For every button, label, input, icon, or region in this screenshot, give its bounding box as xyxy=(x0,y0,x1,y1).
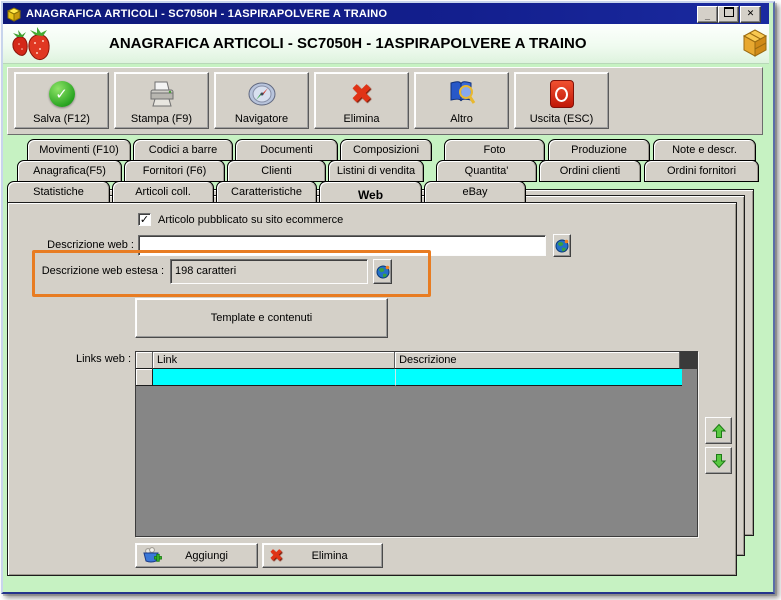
down-arrow-icon xyxy=(711,453,726,468)
altro-button[interactable]: Altro xyxy=(414,72,509,129)
descrizione-web-label: Descrizione web : xyxy=(47,239,134,251)
move-up-button[interactable] xyxy=(705,417,732,444)
uscita-label: Uscita (ESC) xyxy=(529,113,594,125)
aggiungi-button[interactable]: Aggiungi xyxy=(135,543,258,568)
tab-listini-di-vendita[interactable]: Listini di vendita xyxy=(328,160,424,182)
tab-foto[interactable]: Foto xyxy=(444,139,545,161)
descrizione-web-estesa-globe-button[interactable] xyxy=(373,259,392,284)
close-icon: ✕ xyxy=(746,8,755,18)
tab-articoli-coll[interactable]: Articoli coll. xyxy=(112,181,214,203)
web-tab-panel: ✓ Articolo pubblicato su sito ecommerce … xyxy=(7,202,737,576)
tab-ordini-clienti[interactable]: Ordini clienti xyxy=(539,160,641,182)
navigatore-label: Navigatore xyxy=(234,113,289,125)
screen: ANAGRAFICA ARTICOLI - SC7050H - 1ASPIRAP… xyxy=(0,0,781,600)
header: ANAGRAFICA ARTICOLI - SC7050H - 1ASPIRAP… xyxy=(3,24,769,64)
links-web-label: Links web : xyxy=(75,353,131,365)
tab-statistiche[interactable]: Statistiche xyxy=(7,181,110,203)
navigatore-button[interactable]: Navigatore xyxy=(214,72,309,129)
descrizione-cell[interactable] xyxy=(396,369,682,386)
minimize-icon: _ xyxy=(704,11,710,21)
altro-label: Altro xyxy=(450,113,473,125)
link-cell[interactable] xyxy=(153,369,396,386)
page-title: ANAGRAFICA ARTICOLI - SC7050H - 1ASPIRAP… xyxy=(109,35,587,52)
move-down-button[interactable] xyxy=(705,447,732,474)
toolbar: ✓ Salva (F12) Stampa (F9) Navigatore ✖ E… xyxy=(7,67,763,135)
book-magnifier-icon xyxy=(450,81,475,104)
tab-caratteristiche[interactable]: Caratteristiche xyxy=(216,181,317,203)
power-icon xyxy=(549,80,574,108)
up-arrow-icon xyxy=(711,423,726,438)
tab-codici-a-barre[interactable]: Codici a barre xyxy=(133,139,233,161)
strawberries-icon xyxy=(12,27,50,61)
tab-movimenti[interactable]: Movimenti (F10) xyxy=(27,139,131,161)
save-check-icon: ✓ xyxy=(48,81,75,107)
descrizione-web-input[interactable] xyxy=(138,235,546,256)
tab-ordini-fornitori[interactable]: Ordini fornitori xyxy=(644,160,759,182)
tab-ebay[interactable]: eBay xyxy=(424,181,526,203)
template-contenuti-button[interactable]: Template e contenuti xyxy=(135,298,388,338)
tab-produzione[interactable]: Produzione xyxy=(548,139,650,161)
elimina-label: Elimina xyxy=(343,113,380,125)
app-window: ANAGRAFICA ARTICOLI - SC7050H - 1ASPIRAP… xyxy=(1,1,775,594)
uscita-button[interactable]: Uscita (ESC) xyxy=(514,72,609,129)
publish-ecommerce-checkbox[interactable]: ✓ xyxy=(138,213,151,226)
compass-icon xyxy=(248,82,275,106)
header-filler xyxy=(680,352,697,369)
row-selector-header xyxy=(136,352,153,369)
salva-button[interactable]: ✓ Salva (F12) xyxy=(14,72,109,129)
salva-label: Salva (F12) xyxy=(33,113,90,125)
tab-documenti[interactable]: Documenti xyxy=(235,139,338,161)
table-row[interactable] xyxy=(136,369,697,386)
elimina-link-button[interactable]: ✖ Elimina xyxy=(262,543,383,568)
title-bar[interactable]: ANAGRAFICA ARTICOLI - SC7050H - 1ASPIRAP… xyxy=(3,3,769,24)
red-x-icon: ✖ xyxy=(269,546,284,565)
descrizione-column-header[interactable]: Descrizione xyxy=(395,352,681,369)
maximize-button[interactable] xyxy=(718,6,739,23)
descrizione-web-estesa-input[interactable]: 198 caratteri xyxy=(170,259,368,284)
window-title: ANAGRAFICA ARTICOLI - SC7050H - 1ASPIRAP… xyxy=(26,7,388,20)
descrizione-web-globe-button[interactable] xyxy=(553,234,571,257)
maximize-icon xyxy=(723,7,734,17)
red-x-icon: ✖ xyxy=(350,79,373,109)
links-web-table[interactable]: Link Descrizione xyxy=(135,351,698,537)
tab-anagrafica[interactable]: Anagrafica(F5) xyxy=(17,160,122,182)
tab-fornitori[interactable]: Fornitori (F6) xyxy=(124,160,225,182)
minimize-button[interactable]: _ xyxy=(697,6,718,23)
row-selector-cell[interactable] xyxy=(136,369,153,386)
package-icon xyxy=(742,29,768,57)
globe-icon xyxy=(376,265,389,278)
tab-composizioni[interactable]: Composizioni xyxy=(340,139,432,161)
close-button[interactable]: ✕ xyxy=(740,6,761,23)
globe-icon xyxy=(555,239,569,252)
stampa-label: Stampa (F9) xyxy=(130,113,193,125)
add-basket-icon xyxy=(143,546,162,562)
tab-quantita[interactable]: Quantita' xyxy=(436,160,537,182)
publish-ecommerce-label: Articolo pubblicato su sito ecommerce xyxy=(158,214,344,226)
descrizione-web-estesa-label: Descrizione web estesa : xyxy=(41,265,164,277)
printer-icon xyxy=(150,81,173,107)
stampa-button[interactable]: Stampa (F9) xyxy=(114,72,209,129)
elimina-button[interactable]: ✖ Elimina xyxy=(314,72,409,129)
app-icon xyxy=(6,6,22,22)
tab-note-e-descr[interactable]: Note e descr. xyxy=(653,139,756,161)
checkbox-check-icon: ✓ xyxy=(139,213,150,226)
tab-clienti[interactable]: Clienti xyxy=(227,160,326,182)
table-header-row: Link Descrizione xyxy=(136,352,697,369)
link-column-header[interactable]: Link xyxy=(152,352,396,369)
